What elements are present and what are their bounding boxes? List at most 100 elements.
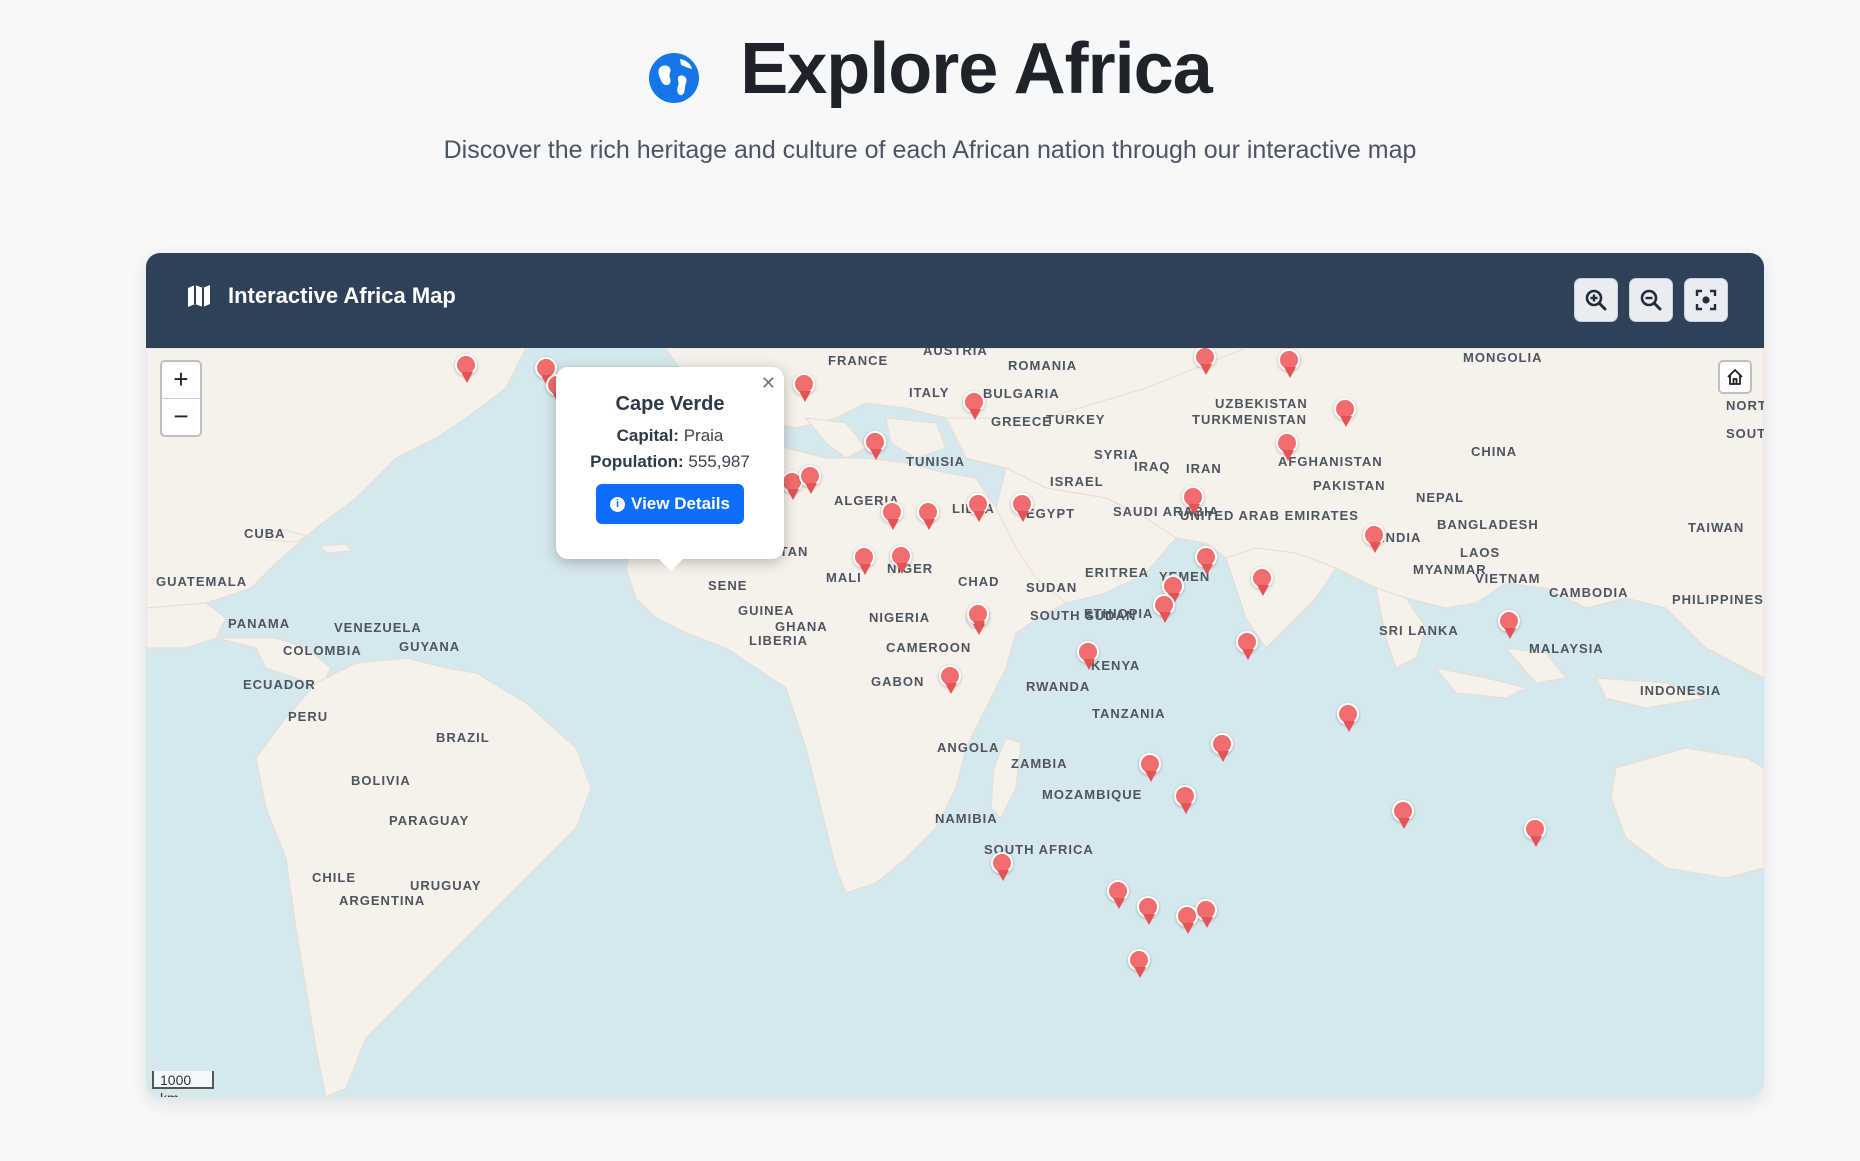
marker-tip: [1083, 659, 1095, 670]
marker-tip: [1369, 542, 1381, 553]
zoom-in-icon: [1585, 289, 1607, 311]
marker-tip: [1134, 967, 1146, 978]
map-label-liberia: LIBERIA: [749, 633, 808, 648]
country-marker[interactable]: [1153, 594, 1177, 626]
map-label-ecuador: ECUADOR: [243, 677, 316, 692]
map-canvas[interactable]: FRANCEAUSTRIAROMANIAMONGOLIASPAINITALYBU…: [146, 348, 1764, 1097]
map-label-vietnam: VIETNAM: [1475, 571, 1541, 586]
marker-tip: [997, 870, 1009, 881]
map-label-bangladesh: BANGLADESH: [1437, 517, 1539, 532]
country-marker[interactable]: [1194, 348, 1218, 378]
popup-population: Population: 555,987: [556, 452, 784, 472]
country-marker[interactable]: [1524, 818, 1548, 850]
map-label-greece: GREECE: [991, 414, 1052, 429]
country-marker[interactable]: [1334, 398, 1358, 430]
marker-tip: [1504, 628, 1516, 639]
country-marker[interactable]: [1176, 905, 1200, 937]
marker-tip: [870, 449, 882, 460]
map-card-header: Interactive Africa Map: [146, 253, 1764, 348]
country-marker[interactable]: [799, 465, 823, 497]
country-marker[interactable]: [793, 373, 817, 405]
country-marker[interactable]: [1236, 631, 1260, 663]
map-label-colombia: COLOMBIA: [283, 643, 362, 658]
marker-tip: [973, 511, 985, 522]
marker-tip: [1182, 923, 1194, 934]
country-popup: ✕ Cape Verde Capital: Praia Population: …: [556, 367, 784, 571]
zoom-out-icon: [1640, 289, 1662, 311]
info-icon: i: [610, 496, 626, 512]
popup-capital-value: Praia: [683, 426, 724, 445]
marker-tip: [859, 564, 871, 575]
marker-tip: [787, 489, 799, 500]
fit-view-button[interactable]: [1684, 278, 1728, 322]
map-label-laos: LAOS: [1460, 545, 1501, 560]
country-marker[interactable]: [1128, 949, 1152, 981]
country-marker[interactable]: [1498, 610, 1522, 642]
map-label-iraq: IRAQ: [1134, 459, 1171, 474]
country-marker[interactable]: [881, 501, 905, 533]
country-marker[interactable]: [1011, 493, 1035, 525]
map-label-uzbekistan: UZBEKISTAN: [1215, 396, 1308, 411]
country-marker[interactable]: [1211, 733, 1235, 765]
country-marker[interactable]: [1077, 641, 1101, 673]
map-label-taiwan: TAIWAN: [1688, 520, 1745, 535]
country-marker[interactable]: [1107, 880, 1131, 912]
map-zoom-in-button[interactable]: +: [162, 362, 200, 399]
map-label-syria: SYRIA: [1094, 447, 1139, 462]
marker-tip: [805, 483, 817, 494]
country-marker[interactable]: [967, 493, 991, 525]
map-label-angola: ANGOLA: [937, 740, 1000, 755]
view-details-button[interactable]: i View Details: [596, 484, 744, 524]
popup-population-label: Population:: [590, 452, 684, 471]
map-label-guinea: GUINEA: [738, 603, 795, 618]
map-label-eritrea: ERITREA: [1085, 565, 1150, 580]
country-marker[interactable]: [1337, 703, 1361, 735]
map-label-mongolia: MONGOLIA: [1463, 350, 1543, 365]
country-marker[interactable]: [1276, 432, 1300, 464]
country-marker[interactable]: [1174, 785, 1198, 817]
marker-tip: [1284, 367, 1296, 378]
map-label-peru: PERU: [288, 709, 329, 724]
map-label-italy: ITALY: [909, 385, 950, 400]
map-label-cameroon: CAMEROON: [886, 640, 972, 655]
country-marker[interactable]: [1392, 800, 1416, 832]
country-marker[interactable]: [853, 546, 877, 578]
country-marker[interactable]: [991, 852, 1015, 884]
country-marker[interactable]: [1182, 486, 1206, 518]
marker-tip: [923, 519, 935, 530]
country-marker[interactable]: [1278, 349, 1302, 381]
marker-tip: [1340, 416, 1352, 427]
page-subtitle: Discover the rich heritage and culture o…: [443, 136, 1417, 164]
country-marker[interactable]: [864, 431, 888, 463]
country-marker[interactable]: [939, 665, 963, 697]
marker-tip: [1217, 751, 1229, 762]
popup-close-button[interactable]: ✕: [761, 373, 776, 394]
country-marker[interactable]: [890, 545, 914, 577]
country-marker[interactable]: [917, 501, 941, 533]
country-marker[interactable]: [1139, 753, 1163, 785]
map-label-south-sudan: SOUTH SUDAN: [1030, 608, 1137, 623]
map-label-tunisia: TUNISIA: [906, 454, 965, 469]
map-label-rwanda: RWANDA: [1026, 679, 1091, 694]
country-marker[interactable]: [455, 354, 479, 386]
country-marker[interactable]: [1195, 546, 1219, 578]
country-marker[interactable]: [1363, 524, 1387, 556]
zoom-in-button[interactable]: [1574, 278, 1618, 322]
map-label-brazil: BRAZIL: [436, 730, 490, 745]
map-zoom-out-button[interactable]: −: [162, 399, 200, 435]
home-button[interactable]: [1718, 360, 1752, 394]
map-label-china: CHINA: [1471, 444, 1518, 459]
country-marker[interactable]: [967, 603, 991, 635]
country-marker[interactable]: [963, 391, 987, 423]
marker-tip: [1200, 364, 1212, 375]
country-marker[interactable]: [1137, 896, 1161, 928]
map-label-panama: PANAMA: [228, 616, 291, 631]
marker-tip: [945, 683, 957, 694]
marker-tip: [1398, 818, 1410, 829]
marker-tip: [1257, 585, 1269, 596]
zoom-out-button[interactable]: [1629, 278, 1673, 322]
country-marker[interactable]: [1251, 567, 1275, 599]
popup-population-value: 555,987: [688, 452, 750, 471]
map-label-tanzania: TANZANIA: [1092, 706, 1166, 721]
map-label-gabon: GABON: [871, 674, 925, 689]
